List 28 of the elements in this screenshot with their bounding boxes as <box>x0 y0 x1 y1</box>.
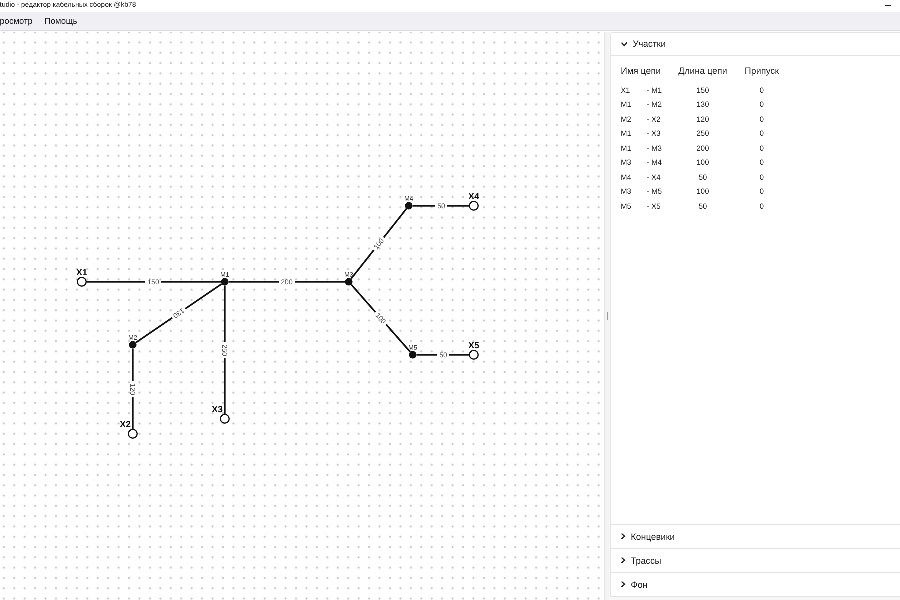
terminal-node <box>469 350 479 360</box>
wire-line <box>412 205 470 207</box>
node-label: X3 <box>212 404 223 414</box>
menu-item[interactable]: Помощь <box>44 13 80 29</box>
terminal-node <box>128 429 138 439</box>
terminal-node <box>469 201 479 211</box>
junction-node <box>129 341 137 349</box>
node-label: X5 <box>468 340 480 350</box>
chevron-down-icon <box>621 42 628 46</box>
junction-node <box>221 278 229 286</box>
column-header: Длина цепи <box>678 66 728 76</box>
node-label: X4 <box>468 192 480 202</box>
junction-node <box>409 351 417 359</box>
terminal-node <box>77 277 87 287</box>
junction-node <box>345 278 353 286</box>
terminal-node <box>220 414 230 424</box>
column-header: Припуск <box>744 66 780 76</box>
junction-node <box>405 202 413 210</box>
section-header[interactable]: Участки <box>611 33 900 56</box>
chevron-right-icon <box>621 533 626 540</box>
wire-line <box>416 354 470 356</box>
chevron-right-icon <box>621 557 626 564</box>
node-label: X2 <box>120 420 131 430</box>
menu-item[interactable]: росмотр <box>0 13 35 29</box>
node-label: X1 <box>76 268 88 278</box>
column-header: Имя цепи <box>621 66 662 76</box>
chevron-right-icon <box>621 581 626 588</box>
minimize-icon[interactable] <box>885 5 891 7</box>
